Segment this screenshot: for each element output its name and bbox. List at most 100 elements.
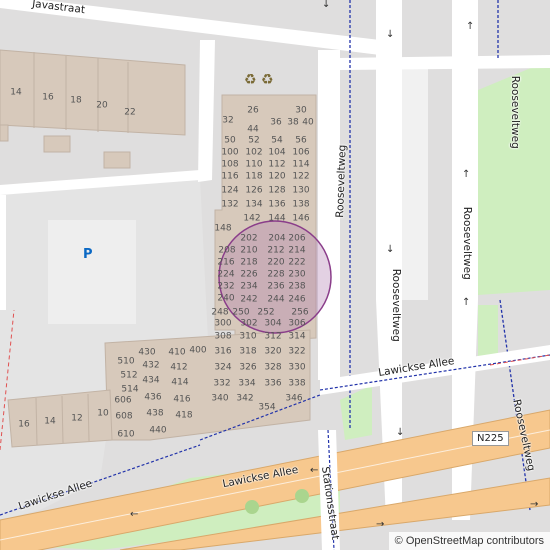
direction-arrow: ↓	[386, 29, 395, 40]
parking-lot	[48, 220, 136, 324]
house-number: 10	[97, 408, 109, 419]
house-number: 312	[264, 331, 282, 342]
house-number: 228	[267, 269, 285, 280]
house-number: 102	[245, 147, 263, 158]
house-number: 18	[70, 95, 82, 106]
house-number: 410	[168, 347, 186, 358]
route-shield-n225: N225	[472, 431, 509, 446]
house-number: 332	[213, 378, 231, 389]
house-number: 208	[218, 245, 236, 256]
house-number: 232	[217, 281, 235, 292]
house-number: 14	[10, 87, 22, 98]
house-number: 214	[288, 245, 306, 256]
direction-arrow: ←	[130, 509, 139, 520]
house-number: 328	[264, 362, 282, 373]
direction-arrow: ↓	[386, 244, 395, 255]
house-number: 132	[221, 199, 239, 210]
house-number: 130	[292, 185, 310, 196]
house-number: 224	[217, 269, 235, 280]
house-number: 40	[302, 117, 314, 128]
house-number: 434	[142, 375, 160, 386]
house-number: 314	[288, 331, 306, 342]
house-number: 514	[121, 384, 139, 395]
house-number: 12	[71, 413, 83, 424]
house-number: 306	[288, 318, 306, 329]
direction-arrow: ↓	[396, 427, 405, 438]
house-number: 146	[292, 213, 310, 224]
house-number: 304	[264, 318, 282, 329]
house-number: 430	[138, 347, 156, 358]
house-number: 206	[288, 233, 306, 244]
house-number: 142	[243, 213, 261, 224]
street-label-rooseveltweg: Rooseveltweg	[460, 206, 473, 280]
house-number: 104	[268, 147, 286, 158]
map-attribution[interactable]: © OpenStreetMap contributors	[388, 532, 550, 550]
house-number: 438	[146, 408, 164, 419]
house-number: 220	[267, 257, 285, 268]
house-number: 30	[295, 105, 307, 116]
map-view[interactable]: Javastraat Rooseveltweg Rooseveltweg Roo…	[0, 0, 550, 550]
house-number: 126	[245, 185, 263, 196]
direction-arrow: ↓	[322, 0, 331, 10]
house-number: 210	[240, 245, 258, 256]
direction-arrow: ↑	[462, 169, 471, 180]
parking-icon: P	[83, 247, 93, 262]
house-number: 100	[221, 147, 239, 158]
house-number: 52	[248, 135, 260, 146]
house-number: 606	[114, 395, 132, 406]
direction-arrow: ↑	[462, 297, 471, 308]
house-number: 204	[268, 233, 286, 244]
house-number: 108	[221, 159, 239, 170]
house-number: 138	[292, 199, 310, 210]
house-number: 118	[245, 171, 263, 182]
house-number: 56	[295, 135, 307, 146]
house-number: 432	[142, 360, 160, 371]
building-row-bottom	[7, 389, 113, 448]
building-row-top	[0, 49, 186, 136]
street-label-rooseveltweg: Rooseveltweg	[508, 75, 521, 149]
house-number: 230	[288, 269, 306, 280]
median-strip	[400, 65, 428, 300]
direction-arrow: ←	[310, 465, 319, 476]
house-number: 54	[271, 135, 283, 146]
house-number: 216	[217, 257, 235, 268]
house-number: 116	[221, 171, 239, 182]
house-number: 326	[239, 362, 257, 373]
house-number: 212	[267, 245, 285, 256]
house-number: 244	[267, 294, 285, 305]
house-number: 16	[18, 419, 30, 430]
house-number: 134	[245, 199, 263, 210]
house-number: 238	[288, 281, 306, 292]
recycling-icon: ♻ ♻	[244, 72, 274, 88]
house-number: 330	[288, 362, 306, 373]
house-number: 354	[258, 402, 276, 413]
house-number: 610	[117, 429, 135, 440]
house-number: 136	[268, 199, 286, 210]
house-number: 22	[124, 107, 136, 118]
street-label-rooseveltweg: Rooseveltweg	[333, 144, 349, 218]
house-number: 242	[240, 294, 258, 305]
house-number: 32	[222, 115, 234, 126]
house-number: 240	[217, 293, 235, 304]
house-number: 222	[288, 257, 306, 268]
house-number: 112	[268, 159, 286, 170]
house-number: 322	[288, 346, 306, 357]
house-number: 608	[115, 411, 133, 422]
house-number: 250	[232, 307, 250, 318]
house-number: 50	[224, 135, 236, 146]
house-number: 226	[240, 269, 258, 280]
house-number: 400	[189, 345, 207, 356]
house-number: 14	[44, 416, 56, 427]
house-number: 340	[211, 393, 229, 404]
house-number: 440	[149, 425, 167, 436]
house-number: 334	[238, 378, 256, 389]
house-number: 26	[247, 105, 259, 116]
house-number: 16	[42, 92, 54, 103]
house-number: 320	[264, 346, 282, 357]
street-label-rooseveltweg: Rooseveltweg	[389, 268, 402, 342]
house-number: 310	[239, 331, 257, 342]
house-number: 512	[120, 370, 138, 381]
house-number: 128	[268, 185, 286, 196]
house-number: 510	[117, 356, 135, 367]
direction-arrow: ↑	[466, 21, 475, 32]
